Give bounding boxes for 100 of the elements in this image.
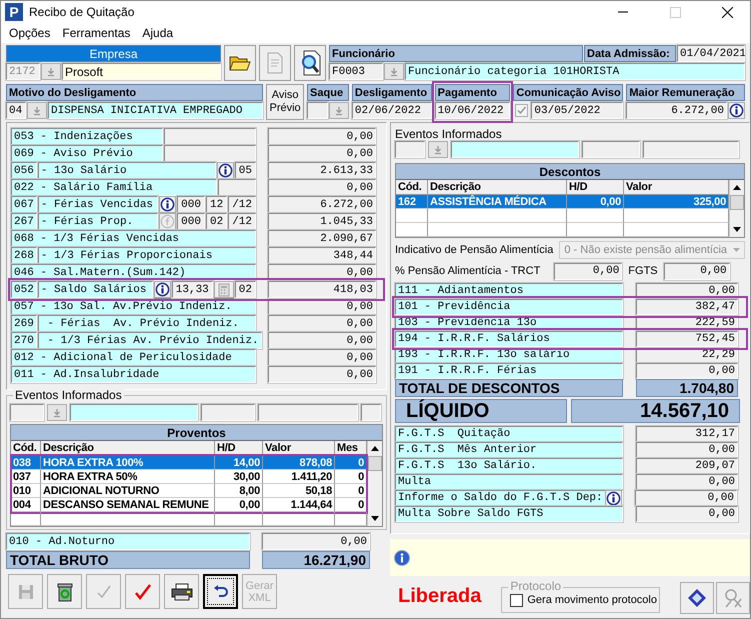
table-cell[interactable]: 0,00 (567, 195, 624, 209)
dropdown-button[interactable] (47, 404, 67, 421)
table-cell[interactable]: ASSISTÊNCIA MÉDICA (428, 195, 567, 209)
table-cell[interactable]: 1.411,20 (263, 470, 335, 484)
input-field[interactable] (361, 404, 381, 421)
dropdown-button[interactable] (328, 102, 349, 119)
table-cell[interactable] (396, 223, 428, 237)
input-field[interactable] (10, 404, 44, 421)
input-field[interactable] (643, 141, 739, 158)
input-field[interactable]: 02 (206, 213, 228, 230)
input-field[interactable] (582, 141, 640, 158)
input-field[interactable]: 01/04/2021 (677, 45, 745, 62)
table-cell[interactable]: 325,00 (624, 195, 729, 209)
input-field[interactable]: 04 (6, 102, 26, 119)
input-field[interactable]: 0,00 (664, 262, 730, 280)
input-field[interactable]: 12 (206, 196, 228, 213)
table-cell[interactable]: ADICIONAL NOTURNO (41, 484, 215, 498)
input-field[interactable]: 13,33 (172, 281, 213, 298)
scroll-up-button[interactable] (371, 446, 379, 451)
input-field[interactable]: 6.272,00 (626, 102, 727, 119)
table-cell[interactable]: 50,18 (263, 484, 335, 498)
undo-button[interactable] (203, 574, 238, 609)
table-cell[interactable] (396, 209, 428, 223)
input-field[interactable] (201, 404, 255, 421)
scroll-up-button[interactable] (733, 185, 741, 190)
notice-button[interactable]: Aviso Prévio (266, 84, 304, 120)
menu-item[interactable]: Ajuda (136, 26, 180, 40)
input-field[interactable]: 10/06/2022 (434, 102, 510, 119)
input-field[interactable]: Prosoft (62, 63, 221, 80)
close-button[interactable] (722, 6, 732, 18)
table-cell[interactable]: 004 (11, 498, 41, 512)
input-field[interactable] (258, 404, 358, 421)
input-field[interactable]: DISPENSA INICIATIVA EMPREGADO (48, 102, 264, 119)
input-field[interactable] (70, 404, 198, 421)
table-cell[interactable]: 0,00 (215, 498, 263, 512)
search-document-button[interactable] (294, 45, 326, 81)
input-field[interactable]: 000 (177, 196, 205, 213)
minimize-button[interactable] (618, 11, 628, 13)
table-cell[interactable]: 1.144,64 (263, 498, 335, 512)
table-cell[interactable]: 0 (335, 484, 367, 498)
menu-item[interactable]: Ferramentas (56, 26, 136, 40)
scrollbar-thumb[interactable] (730, 195, 744, 210)
dropdown-button[interactable] (428, 141, 448, 158)
scrollbar[interactable] (729, 180, 744, 237)
input-field[interactable]: 05 (234, 162, 256, 179)
input-field[interactable] (307, 102, 328, 119)
input-field[interactable]: 02 (234, 281, 256, 298)
table-cell[interactable]: 14,00 (215, 456, 263, 470)
table-cell[interactable] (41, 512, 215, 526)
dropdown-button[interactable] (41, 63, 61, 80)
table-cell[interactable]: 0 (335, 470, 367, 484)
input-field[interactable]: 02/06/2022 (352, 102, 432, 119)
input-field[interactable]: /12 (228, 213, 256, 230)
navigate-button[interactable] (680, 582, 714, 614)
table-cell[interactable] (567, 223, 624, 237)
table-cell[interactable]: 037 (11, 470, 41, 484)
recycle-bin-button[interactable] (47, 574, 82, 609)
input-field[interactable] (164, 128, 256, 145)
table-cell[interactable]: 878,08 (263, 456, 335, 470)
checkbox[interactable] (515, 104, 528, 117)
table-cell[interactable] (428, 209, 567, 223)
input-field[interactable] (218, 179, 256, 196)
input-field[interactable]: 03/05/2022 (531, 102, 624, 119)
open-folder-button[interactable] (224, 45, 256, 81)
input-field[interactable]: Funcionário categoria 101HORISTA (405, 63, 745, 80)
dropdown-button[interactable] (384, 63, 404, 80)
table-cell[interactable] (11, 512, 41, 526)
input-field[interactable] (164, 145, 256, 162)
input-field[interactable] (395, 141, 425, 158)
table-cell[interactable] (428, 223, 567, 237)
scroll-down-button[interactable] (371, 516, 379, 521)
table-cell[interactable]: 8,00 (215, 484, 263, 498)
table-cell[interactable]: HORA EXTRA 100% (41, 456, 215, 470)
input-field[interactable]: /12 (228, 196, 256, 213)
table-cell[interactable]: 0 (335, 456, 367, 470)
table-cell[interactable] (263, 512, 335, 526)
table-cell[interactable]: 0 (335, 498, 367, 512)
input-field[interactable]: 000 (177, 213, 205, 230)
table-cell[interactable]: 038 (11, 456, 41, 470)
input-field[interactable]: F0003 (329, 63, 383, 80)
menu-item[interactable]: Opções (3, 26, 56, 40)
table-cell[interactable]: 162 (396, 195, 428, 209)
input-field[interactable] (451, 141, 579, 158)
table-cell[interactable] (567, 209, 624, 223)
table-cell[interactable]: HORA EXTRA 50% (41, 470, 215, 484)
info-button[interactable] (154, 281, 171, 298)
print-button[interactable] (164, 574, 199, 609)
table-cell[interactable] (215, 512, 263, 526)
scrollbar[interactable] (367, 441, 382, 526)
calculator-button[interactable] (214, 281, 234, 298)
dropdown-button[interactable] (27, 102, 47, 119)
info-button[interactable] (159, 196, 176, 213)
scrollbar-thumb[interactable] (368, 456, 382, 471)
table-cell[interactable]: 010 (11, 484, 41, 498)
checkbox[interactable] (510, 594, 524, 606)
info-button[interactable] (728, 102, 745, 119)
input-field[interactable]: 0,00 (554, 262, 622, 280)
table-cell[interactable]: DESCANSO SEMANAL REMUNE (41, 498, 215, 512)
scroll-down-button[interactable] (733, 227, 741, 232)
table-cell[interactable]: 30,00 (215, 470, 263, 484)
